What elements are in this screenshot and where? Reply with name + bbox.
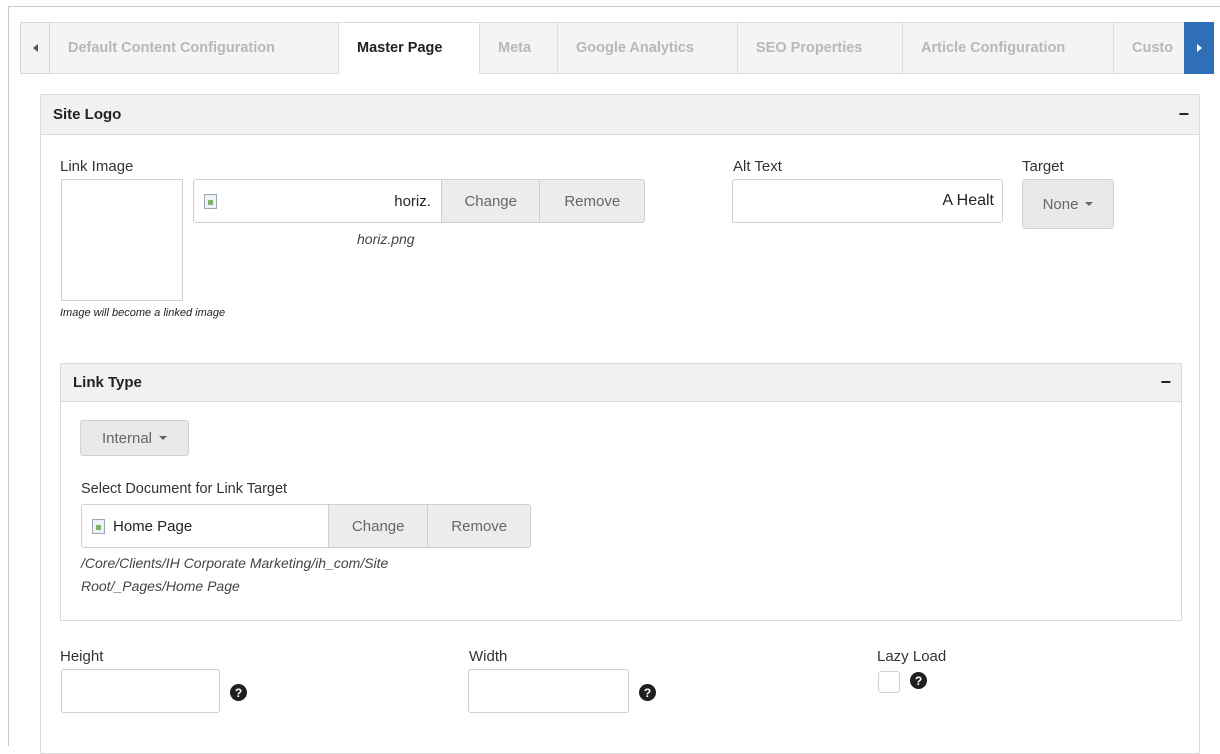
tab-master-page[interactable]: Master Page [339,22,480,74]
link-type-dropdown[interactable]: Internal [80,420,189,456]
site-logo-header: Site Logo − [41,95,1199,135]
chevron-right-icon [1196,44,1202,52]
link-target-file-group: Home Page Change Remove [81,504,531,548]
site-logo-title: Site Logo [53,106,122,123]
lazy-load-help-icon[interactable]: ? [910,672,927,689]
link-type-dropdown-value: Internal [101,429,153,447]
document-icon [92,518,105,534]
alt-text-input[interactable]: A Healt [732,179,1003,223]
caret-down-icon [159,436,168,440]
link-image-preview [61,179,183,301]
tab-seo-properties[interactable]: SEO Properties [738,22,903,74]
chevron-left-icon [32,44,38,52]
link-type-header: Link Type − [61,364,1181,402]
alt-text-label: Alt Text [733,158,782,175]
site-logo-panel: Site Logo − Link Image horiz. Change Rem… [40,94,1200,754]
target-dropdown[interactable]: None [1022,179,1114,229]
tab-default-content-configuration[interactable]: Default Content Configuration [50,22,339,74]
link-target-path-line-2: Root/_Pages/Home Page [81,578,240,594]
link-type-collapse-button[interactable]: − [1160,372,1171,393]
link-image-file-name: horiz. [394,192,431,210]
link-image-hint: Image will become a linked image [60,307,226,319]
link-image-label: Link Image [60,158,134,175]
tab-scroll-right-button[interactable] [1184,22,1214,74]
link-image-remove-button[interactable]: Remove [539,180,644,222]
link-type-panel: Link Type − Internal Select Document for… [60,363,1182,621]
link-image-file-group: horiz. Change Remove [193,179,645,223]
tab-list: Default Content Configuration Master Pag… [50,22,1184,74]
height-label: Height [60,648,104,665]
link-target-change-button[interactable]: Change [327,505,428,547]
link-target-remove-button[interactable]: Remove [427,505,530,547]
link-image-file-field[interactable]: horiz. [194,180,441,222]
link-type-title: Link Type [73,374,142,391]
select-document-label: Select Document for Link Target [81,481,288,497]
tab-meta[interactable]: Meta [480,22,558,74]
site-logo-collapse-button[interactable]: − [1178,104,1189,125]
link-image-change-button[interactable]: Change [440,180,540,222]
target-label: Target [1022,158,1064,175]
link-target-path: /Core/Clients/IH Corporate Marketing/ih_… [81,552,388,598]
image-file-icon [204,193,217,209]
tab-custom[interactable]: Custo [1114,22,1184,74]
height-help-icon[interactable]: ? [230,684,247,701]
height-input[interactable] [61,669,220,713]
lazy-load-checkbox[interactable] [878,671,900,693]
width-input[interactable] [468,669,629,713]
tab-google-analytics[interactable]: Google Analytics [558,22,738,74]
link-target-document-field[interactable]: Home Page [82,505,328,547]
width-help-icon[interactable]: ? [639,684,656,701]
caret-down-icon [1085,202,1094,206]
target-dropdown-value: None [1042,195,1079,213]
lazy-load-label: Lazy Load [877,648,947,665]
link-image-file-caption: horiz.png [357,231,415,247]
tab-article-configuration[interactable]: Article Configuration [903,22,1114,74]
alt-text-value: A Healt [942,192,994,209]
tab-strip: Default Content Configuration Master Pag… [20,22,1214,74]
width-label: Width [469,648,508,665]
link-target-path-line-1: /Core/Clients/IH Corporate Marketing/ih_… [81,555,389,571]
link-target-document-name: Home Page [113,517,193,535]
tab-scroll-left-button[interactable] [20,22,50,74]
